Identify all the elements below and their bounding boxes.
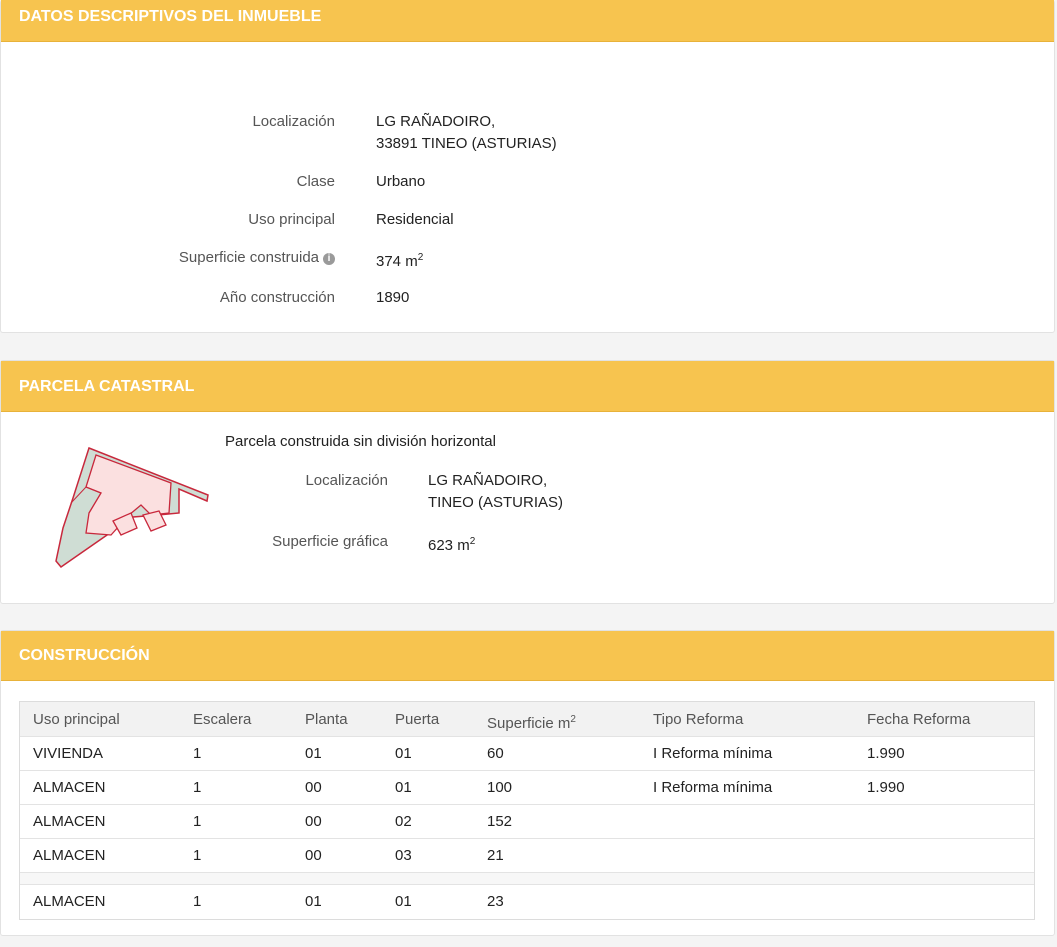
datos-panel: DATOS DESCRIPTIVOS DEL INMUEBLE Localiza…: [0, 0, 1055, 333]
parcela-superficie-value: 623 m2: [428, 531, 475, 557]
cell-superficie: 60: [487, 745, 504, 762]
superficie-label-text: Superficie construida: [178, 249, 319, 266]
parcela-superficie-sup: 2: [469, 536, 476, 547]
localizacion-value: LG RAÑADOIRO, 33891 TINEO (ASTURIAS): [376, 111, 557, 155]
cell-escalera: 1: [193, 745, 202, 762]
cell-escalera: 1: [193, 847, 202, 864]
cell-tipo: I Reforma mínima: [653, 745, 773, 762]
row-separator: [20, 873, 1034, 885]
construccion-header: CONSTRUCCIÓN: [1, 631, 1054, 681]
uso-value: Residencial: [376, 211, 454, 228]
superficie-number: 374 m: [376, 253, 418, 270]
parcela-superficie-label: Superficie gráfica: [272, 533, 388, 550]
cell-superficie: 23: [487, 893, 504, 910]
cell-planta: 00: [305, 813, 322, 830]
table-row: ALMACEN 1 00 01 100 I Reforma mínima 1.990: [20, 771, 1034, 805]
construccion-table: Uso principal Escalera Planta Puerta Sup…: [19, 701, 1035, 920]
info-icon[interactable]: i: [323, 253, 335, 265]
cell-planta: 00: [305, 847, 322, 864]
col-escalera-header: Escalera: [193, 711, 252, 728]
superficie-sup: 2: [417, 252, 424, 263]
col-planta-header: Planta: [305, 711, 348, 728]
cell-escalera: 1: [193, 813, 202, 830]
table-row: VIVIENDA 1 01 01 60 I Reforma mínima 1.990: [20, 737, 1034, 771]
cell-planta: 01: [305, 893, 322, 910]
localizacion-line1: LG RAÑADOIRO,: [376, 113, 496, 130]
cell-superficie: 100: [487, 779, 513, 796]
anio-label: Año construcción: [219, 289, 335, 306]
clase-label: Clase: [296, 173, 335, 190]
clase-value: Urbano: [376, 173, 426, 190]
cell-puerta: 01: [395, 893, 412, 910]
cell-uso: ALMACEN: [33, 847, 106, 864]
cell-puerta: 01: [395, 779, 412, 796]
col-superficie-header-text: Superficie m: [487, 715, 571, 732]
cell-uso: ALMACEN: [33, 813, 106, 830]
cell-uso: VIVIENDA: [33, 745, 104, 762]
cell-superficie: 21: [487, 847, 504, 864]
anio-value: 1890: [376, 289, 410, 306]
localizacion-line2: 33891 TINEO (ASTURIAS): [376, 135, 557, 152]
col-superficie-header-sup: 2: [570, 714, 576, 725]
cell-fecha: 1.990: [867, 745, 905, 762]
cell-escalera: 1: [193, 893, 202, 910]
superficie-label: Superficie construida i: [179, 249, 335, 266]
cell-planta: 00: [305, 779, 322, 796]
localizacion-label: Localización: [252, 113, 335, 130]
cell-escalera: 1: [193, 779, 202, 796]
parcela-header: PARCELA CATASTRAL: [1, 361, 1054, 412]
col-tipo-header: Tipo Reforma: [653, 711, 744, 728]
cell-fecha: 1.990: [867, 779, 905, 796]
table-row: ALMACEN 1 01 01 23: [20, 885, 1034, 919]
cell-puerta: 02: [395, 813, 412, 830]
cell-planta: 01: [305, 745, 322, 762]
cell-tipo: I Reforma mínima: [653, 779, 773, 796]
uso-label: Uso principal: [248, 211, 335, 228]
table-header-row: Uso principal Escalera Planta Puerta Sup…: [20, 702, 1034, 737]
parcela-subtitle: Parcela construida sin división horizont…: [225, 433, 496, 450]
col-fecha-header: Fecha Reforma: [867, 711, 971, 728]
cell-puerta: 01: [395, 745, 412, 762]
cell-superficie: 152: [487, 813, 513, 830]
construccion-panel: CONSTRUCCIÓN Uso principal Escalera Plan…: [0, 630, 1055, 936]
cell-uso: ALMACEN: [33, 893, 106, 910]
col-puerta-header: Puerta: [395, 711, 440, 728]
parcela-localizacion-value: LG RAÑADOIRO, TINEO (ASTURIAS): [428, 470, 563, 514]
parcela-localizacion-line2: TINEO (ASTURIAS): [428, 494, 564, 511]
table-row: ALMACEN 1 00 02 152: [20, 805, 1034, 839]
parcela-superficie-number: 623 m: [428, 537, 470, 554]
cell-uso: ALMACEN: [33, 779, 106, 796]
parcela-localizacion-line1: LG RAÑADOIRO,: [428, 472, 548, 489]
datos-header: DATOS DESCRIPTIVOS DEL INMUEBLE: [1, 0, 1054, 42]
col-superficie-header: Superficie m2: [487, 702, 576, 742]
superficie-value: 374 m2: [376, 247, 423, 273]
table-row: ALMACEN 1 00 03 21: [20, 839, 1034, 873]
parcela-panel: PARCELA CATASTRAL Parcela construida sin…: [0, 360, 1055, 604]
col-uso-header: Uso principal: [33, 711, 120, 728]
parcel-map-image[interactable]: [51, 443, 216, 571]
parcela-localizacion-label: Localización: [305, 472, 388, 489]
cell-puerta: 03: [395, 847, 412, 864]
